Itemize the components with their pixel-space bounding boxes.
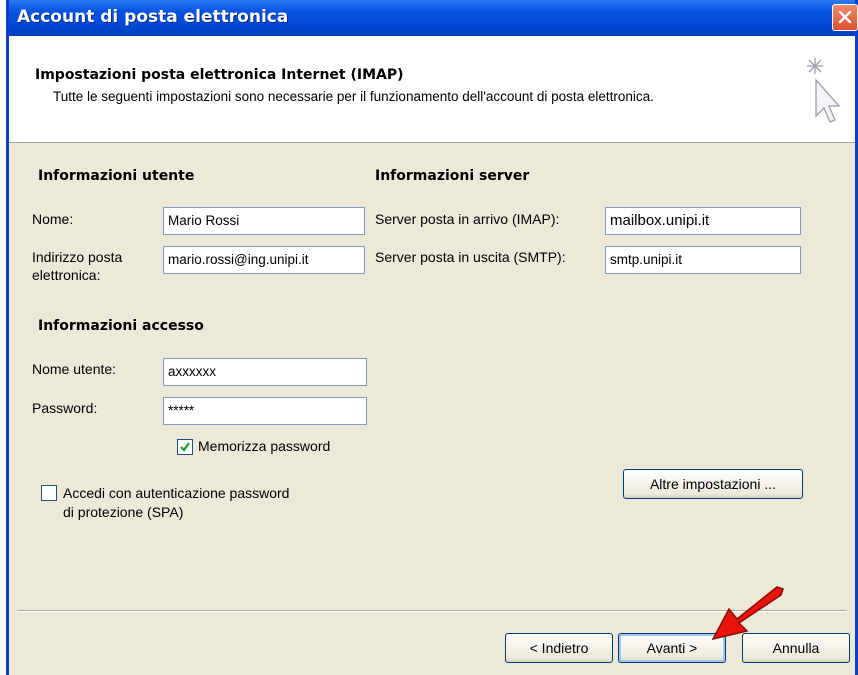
name-label: Nome: xyxy=(32,211,74,227)
user-info-title: Informazioni utente xyxy=(38,168,195,184)
server-info-title: Informazioni server xyxy=(375,168,530,184)
name-field[interactable]: Mario Rossi xyxy=(163,207,365,235)
red-arrow-icon xyxy=(711,586,784,641)
close-icon xyxy=(838,10,852,24)
window-title: Account di posta elettronica xyxy=(17,7,289,27)
email-label: Indirizzo posta elettronica: xyxy=(32,249,123,283)
wizard-header: Impostazioni posta elettronica Internet … xyxy=(9,36,855,143)
back-button[interactable]: < Indietro xyxy=(505,633,613,663)
cursor-sparkle-icon xyxy=(807,58,841,123)
spa-label-line1: Accedi con autenticazione password xyxy=(63,485,290,501)
close-button[interactable] xyxy=(832,4,858,31)
header-title: Impostazioni posta elettronica Internet … xyxy=(35,67,404,83)
password-label: Password: xyxy=(32,400,98,416)
remember-password-checkbox[interactable] xyxy=(177,439,193,455)
spa-checkbox[interactable] xyxy=(41,485,57,501)
username-label: Nome utente: xyxy=(32,361,117,377)
outgoing-server-label: Server posta in uscita (SMTP): xyxy=(375,249,566,265)
more-settings-button[interactable]: Altre impostazioni ... xyxy=(623,469,803,499)
header-description: Tutte le seguenti impostazioni sono nece… xyxy=(53,89,654,104)
login-info-title: Informazioni accesso xyxy=(38,318,204,334)
username-field[interactable]: axxxxxx xyxy=(163,358,367,386)
incoming-server-label: Server posta in arrivo (IMAP): xyxy=(375,211,560,227)
checkmark-icon xyxy=(180,442,190,452)
email-field[interactable]: mario.rossi@ing.unipi.it xyxy=(163,246,365,274)
dialog-window: Account di posta elettronica Impostazion… xyxy=(6,0,858,675)
outgoing-server-field[interactable]: smtp.unipi.it xyxy=(605,246,801,274)
incoming-server-field[interactable]: mailbox.unipi.it xyxy=(605,207,801,235)
remember-password-label: Memorizza password xyxy=(198,438,331,454)
spa-label-line2: di protezione (SPA) xyxy=(63,504,184,520)
title-bar[interactable]: Account di posta elettronica xyxy=(9,0,858,36)
password-field[interactable]: ***** xyxy=(163,397,367,425)
